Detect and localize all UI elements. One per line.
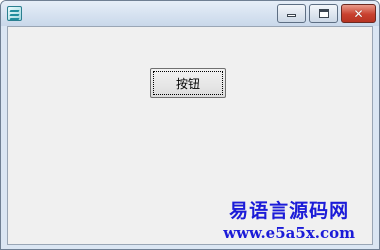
close-button[interactable]: ✕ [341, 4, 376, 23]
app-icon[interactable] [7, 6, 22, 21]
watermark-url: www.e5a5x.com [223, 224, 355, 242]
maximize-button[interactable] [309, 4, 338, 23]
close-icon: ✕ [353, 6, 364, 21]
app-window: ✕ 按钮 易语言源码网 www.e5a5x.com [0, 0, 380, 250]
push-button[interactable]: 按钮 [150, 68, 226, 98]
minimize-button[interactable] [277, 4, 306, 23]
title-bar[interactable]: ✕ [1, 1, 379, 26]
maximize-icon [319, 9, 329, 18]
push-button-label: 按钮 [153, 71, 223, 95]
watermark-site-name: 易语言源码网 [229, 200, 350, 222]
watermark: 易语言源码网 www.e5a5x.com [223, 202, 355, 241]
minimize-icon [287, 14, 296, 17]
